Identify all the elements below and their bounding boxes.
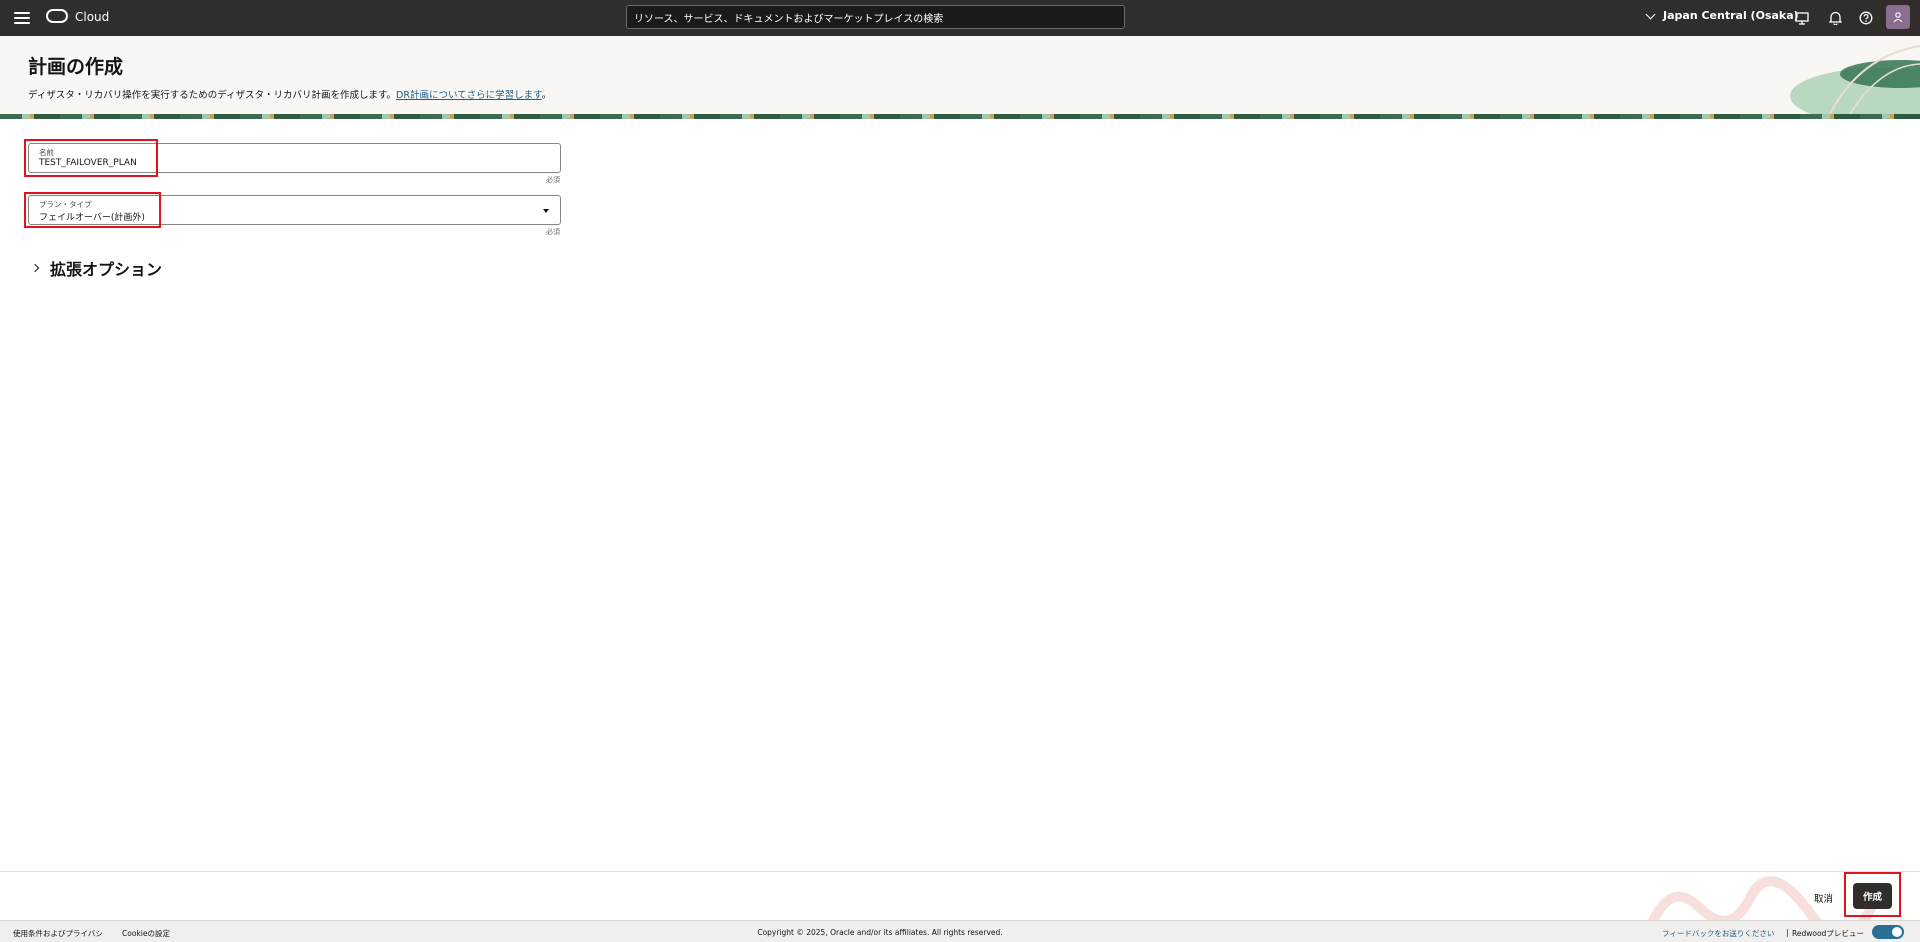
menu-icon[interactable] [14, 9, 30, 27]
decorative-leaf-illustration [1790, 45, 1920, 114]
oracle-logo-icon[interactable] [46, 9, 68, 23]
toggle-knob [1892, 927, 1902, 937]
redwood-preview-toggle[interactable] [1872, 925, 1904, 939]
advanced-options-toggle[interactable]: 拡張オプション [30, 256, 162, 280]
page-title: 計画の作成 [28, 56, 124, 78]
decorative-banner-strip [0, 114, 1920, 119]
region-label: Japan Central (Osaka) [1663, 9, 1799, 22]
notifications-bell-icon[interactable] [1827, 10, 1843, 26]
user-profile-icon [1893, 12, 1903, 23]
search-input[interactable]: リソース、サービス、ドキュメントおよびマーケットプレイスの検索 [626, 5, 1125, 29]
chevron-down-icon [1645, 9, 1656, 19]
developer-tools-icon[interactable] [1794, 10, 1810, 26]
page-description: ディザスタ・リカバリ操作を実行するためのディザスタ・リカバリ計画を作成します。D… [28, 87, 551, 101]
dropdown-caret-icon[interactable] [543, 209, 549, 213]
advanced-options-label: 拡張オプション [50, 260, 163, 279]
plan-type-value[interactable]: フェイルオーバー(計画外) [39, 210, 145, 223]
brand-name[interactable]: Cloud [75, 10, 109, 24]
redwood-preview-label: Redwoodプレビュー [1792, 929, 1864, 938]
learn-more-link[interactable]: DR計画についてさらに学習します [396, 90, 542, 101]
create-button[interactable]: 作成 [1853, 883, 1892, 909]
feedback-link[interactable]: フィードバックをお送りください [1662, 928, 1774, 939]
name-field-label: 名前 [39, 148, 54, 157]
footer: 使用条件およびプライバシ Cookieの設定 Copyright © 2025,… [0, 920, 1920, 942]
chevron-right-icon [30, 263, 40, 273]
plan-type-required-hint: 必須 [546, 228, 560, 236]
copyright-text: Copyright © 2025, Oracle and/or its affi… [757, 928, 1003, 937]
footer-separator: | [1786, 928, 1789, 937]
description-end: 。 [541, 90, 552, 101]
user-avatar[interactable] [1886, 5, 1910, 29]
page-header: 計画の作成 ディザスタ・リカバリ操作を実行するためのディザスタ・リカバリ計画を作… [0, 36, 1920, 114]
name-field[interactable]: 名前 TEST_FAILOVER_PLAN [28, 143, 561, 173]
cancel-button[interactable]: 取消 [1814, 891, 1833, 905]
description-text: ディザスタ・リカバリ操作を実行するためのディザスタ・リカバリ計画を作成します。 [28, 90, 397, 101]
plan-type-label: プラン・タイプ [39, 200, 92, 209]
top-navigation-bar: Cloud リソース、サービス、ドキュメントおよびマーケットプレイスの検索 Ja… [0, 0, 1920, 36]
help-icon[interactable] [1858, 10, 1874, 26]
name-required-hint: 必須 [546, 176, 560, 184]
action-bar [0, 871, 1920, 920]
region-selector[interactable]: Japan Central (Osaka) [1645, 9, 1799, 22]
name-field-value[interactable]: TEST_FAILOVER_PLAN [39, 158, 137, 168]
plan-type-select[interactable]: プラン・タイプ フェイルオーバー(計画外) [28, 195, 561, 225]
